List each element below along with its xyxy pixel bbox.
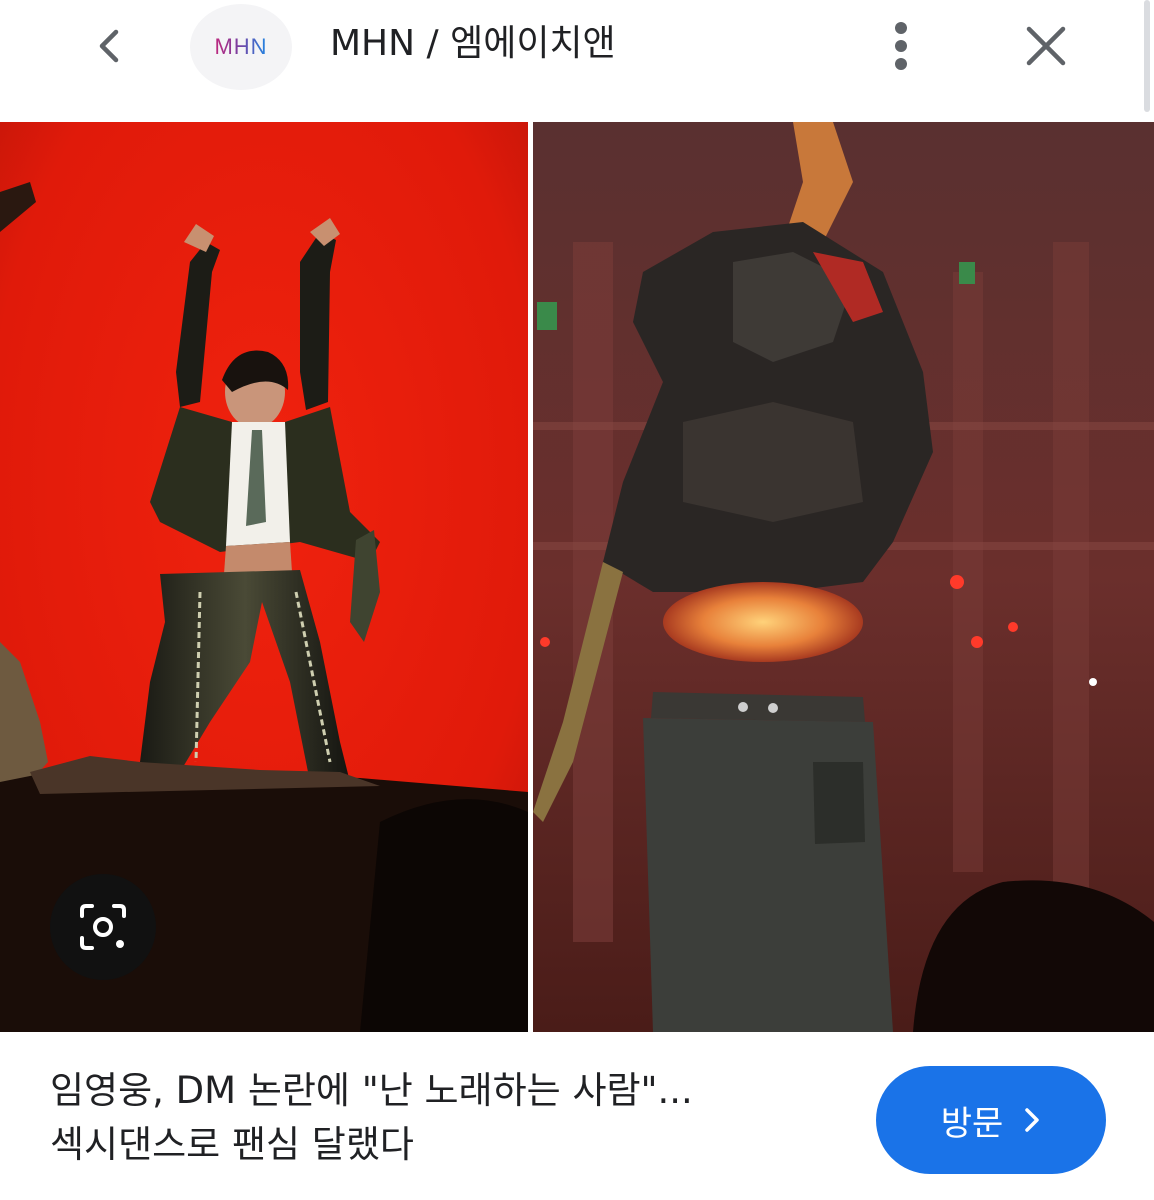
chevron-right-icon (1023, 1107, 1041, 1133)
article-title-line-1: 임영웅, DM 논란에 "난 노래하는 사람"... (50, 1069, 693, 1112)
article-title-line-2: 섹시댄스로 팬심 달랬다 (50, 1123, 414, 1166)
concert-performer-illustration (533, 122, 1154, 1032)
chevron-left-icon (99, 29, 119, 63)
back-button[interactable] (78, 14, 142, 78)
close-button[interactable] (1012, 14, 1080, 78)
visit-button-label: 방문 (940, 1103, 1004, 1144)
visit-button[interactable]: 방문 (876, 1066, 1106, 1174)
article-image[interactable] (0, 122, 1154, 1032)
close-icon (1026, 26, 1066, 66)
more-vert-icon (895, 22, 907, 70)
scrollbar-thumb[interactable] (1144, 0, 1150, 112)
lens-search-icon (80, 904, 126, 950)
logo-text: MHN (214, 34, 268, 59)
site-title: MHN / 엠에이치앤 (330, 23, 616, 64)
photo-right-concert (533, 122, 1154, 1032)
top-bar: MHN MHN / 엠에이치앤 (0, 0, 1154, 122)
more-options-button[interactable] (876, 14, 926, 78)
scrollbar[interactable] (1140, 0, 1154, 120)
site-logo: MHN (190, 4, 292, 90)
article-title[interactable]: 임영웅, DM 논란에 "난 노래하는 사람"... 섹시댄스로 팬심 달랬다 (50, 1064, 850, 1172)
lens-search-button[interactable] (50, 874, 156, 980)
